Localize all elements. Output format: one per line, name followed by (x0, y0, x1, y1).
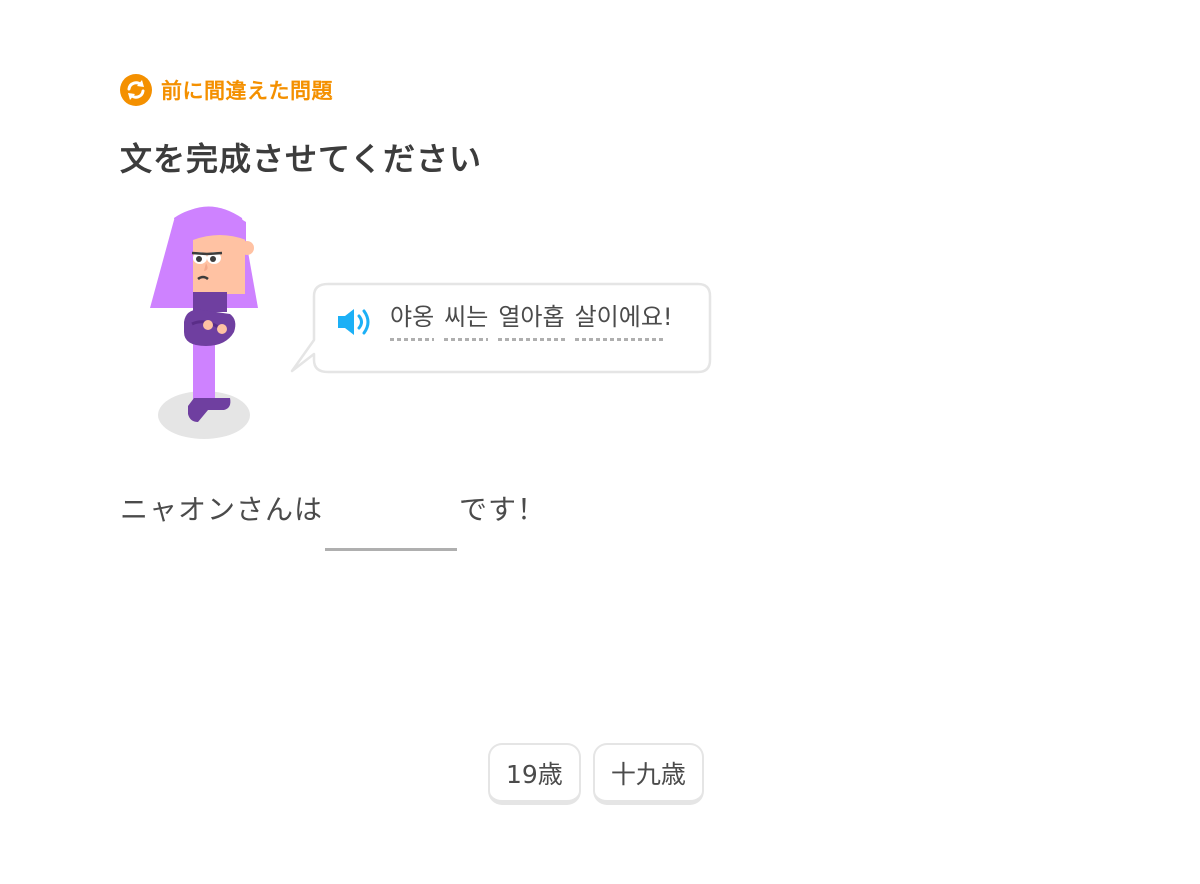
speaker-icon[interactable] (336, 306, 374, 338)
sentence-prefix: ニャオンさんは (120, 493, 324, 526)
lily-character (150, 206, 258, 439)
refresh-icon (120, 74, 152, 106)
word-option-juukyuusai[interactable]: 十九歳 (592, 743, 704, 805)
korean-word[interactable]: 살이에요 (574, 302, 663, 342)
review-tag-label: 前に間違えた問題 (161, 79, 333, 103)
word-option-19sai[interactable]: 19歳 (488, 743, 581, 805)
korean-sentence: 야옹 씨는 열아홉 살이에요 ! (390, 302, 673, 342)
answer-blank[interactable] (325, 488, 458, 551)
review-tag: 前に間違えた問題 (120, 74, 333, 106)
korean-word[interactable]: 야옹 (390, 302, 435, 342)
korean-word[interactable]: 열아홉 (498, 302, 565, 342)
word-bank: 19歳 十九歳 (488, 743, 704, 805)
korean-punctuation: ! (662, 303, 673, 331)
sentence-suffix: です！ (459, 493, 547, 526)
exercise-page: 前に間違えた問題 文を完成させてください 야옹 씨는 열아홉 살이에요 ! ニャ… (0, 0, 1200, 884)
prompt-title: 文を完成させてください (120, 140, 483, 178)
speech-bubble: 야옹 씨는 열아홉 살이에요 ! (290, 282, 712, 374)
fill-in-sentence: ニャオンさんは です！ (120, 488, 546, 551)
speech-content: 야옹 씨는 열아홉 살이에요 ! (336, 302, 673, 342)
korean-word[interactable]: 씨는 (444, 302, 489, 342)
